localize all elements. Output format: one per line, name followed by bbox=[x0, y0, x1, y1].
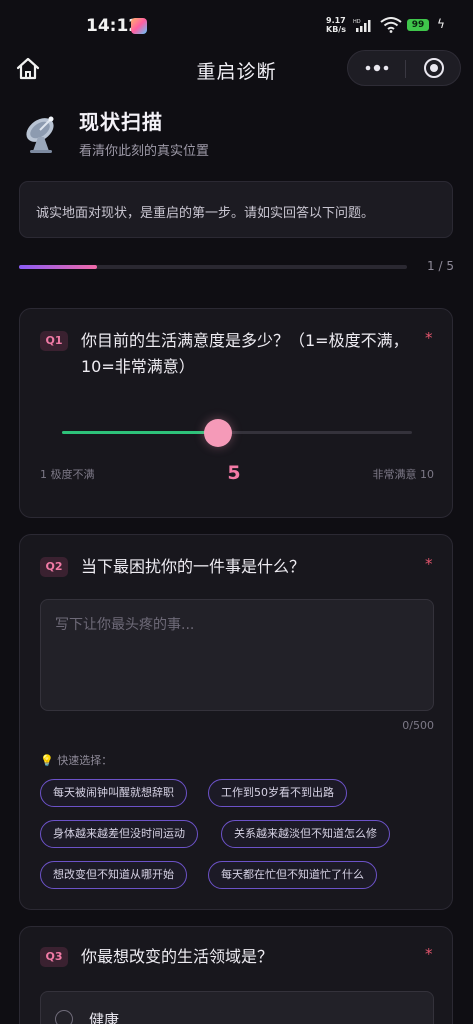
more-dots-icon[interactable] bbox=[362, 60, 392, 76]
progress-fill bbox=[19, 265, 97, 269]
required-mark: * bbox=[425, 329, 433, 347]
question-text: 你最想改变的生活领域是？ bbox=[81, 947, 274, 966]
required-mark: * bbox=[425, 555, 433, 573]
wifi-icon bbox=[380, 17, 402, 33]
app-notification-icon bbox=[131, 18, 147, 34]
option-label: 健康 bbox=[89, 1011, 120, 1024]
progress-count: 1 / 5 bbox=[427, 259, 454, 273]
diagnosis-page: 14:12 9.17 KB/s HD 99 ϟ 重启诊断 现状扫描 看清你此刻的… bbox=[0, 0, 473, 1024]
status-bar: 14:12 9.17 KB/s HD 99 ϟ bbox=[0, 0, 473, 50]
section-title: 现状扫描 bbox=[79, 110, 163, 134]
quick-chip[interactable]: 身体越来越差但没时间运动 bbox=[40, 820, 198, 848]
network-speed-unit: KB/s bbox=[326, 25, 346, 34]
section-subtitle: 看清你此刻的真实位置 bbox=[79, 144, 210, 159]
nav-bar: 重启诊断 bbox=[0, 50, 473, 90]
capsule-divider bbox=[405, 60, 406, 78]
slider-value: 5 bbox=[227, 462, 241, 484]
question-card-q1: Q1 你目前的生活满意度是多少？（1=极度不满，10=非常满意） * 1 极度不… bbox=[19, 308, 453, 518]
option-health[interactable]: 健康 bbox=[40, 991, 434, 1024]
question-text: 当下最困扰你的一件事是什么？ bbox=[81, 557, 306, 576]
required-mark: * bbox=[425, 945, 433, 963]
char-counter: 0/500 bbox=[402, 719, 434, 732]
quick-chip[interactable]: 关系越来越淡但不知道怎么修 bbox=[221, 820, 390, 848]
slider-min-label: 1 极度不满 bbox=[40, 468, 95, 481]
question-card-q3: Q3 你最想改变的生活领域是？ * 健康 bbox=[19, 926, 453, 1024]
slider-fill bbox=[62, 431, 218, 434]
question-badge: Q3 bbox=[40, 947, 68, 967]
progress-bar bbox=[19, 265, 407, 269]
question-badge: Q1 bbox=[40, 331, 68, 351]
quick-chip[interactable]: 工作到50岁看不到出路 bbox=[208, 779, 347, 807]
slider-thumb[interactable] bbox=[204, 419, 232, 447]
battery-indicator: 99 bbox=[407, 19, 429, 31]
target-icon[interactable] bbox=[424, 58, 444, 78]
satisfaction-slider[interactable] bbox=[62, 431, 412, 434]
network-type: HD bbox=[353, 19, 361, 25]
trouble-textarea[interactable]: 写下让你最头疼的事... bbox=[40, 599, 434, 711]
notice-banner: 诚实地面对现状，是重启的第一步。请如实回答以下问题。 bbox=[19, 181, 453, 238]
quick-chip[interactable]: 想改变但不知道从哪开始 bbox=[40, 861, 187, 889]
slider-max-label: 非常满意 10 bbox=[372, 468, 435, 481]
quick-select-label: 💡 快速选择： bbox=[40, 754, 113, 767]
question-card-q2: Q2 当下最困扰你的一件事是什么？ * 写下让你最头疼的事... 0/500 💡… bbox=[19, 534, 453, 910]
radio-button[interactable] bbox=[55, 1010, 73, 1024]
network-speed: 9.17 KB/s bbox=[326, 16, 346, 34]
question-badge: Q2 bbox=[40, 557, 68, 577]
charging-icon: ϟ bbox=[437, 17, 445, 31]
mini-program-capsule bbox=[347, 50, 461, 86]
network-speed-value: 9.17 bbox=[326, 16, 346, 25]
quick-chip[interactable]: 每天被闹钟叫醒就想辞职 bbox=[40, 779, 187, 807]
quick-chip[interactable]: 每天都在忙但不知道忙了什么 bbox=[208, 861, 377, 889]
question-text: 你目前的生活满意度是多少？（1=极度不满，10=非常满意） bbox=[81, 331, 409, 376]
signal-icon: HD bbox=[353, 19, 371, 32]
satellite-dish-icon bbox=[26, 116, 54, 153]
